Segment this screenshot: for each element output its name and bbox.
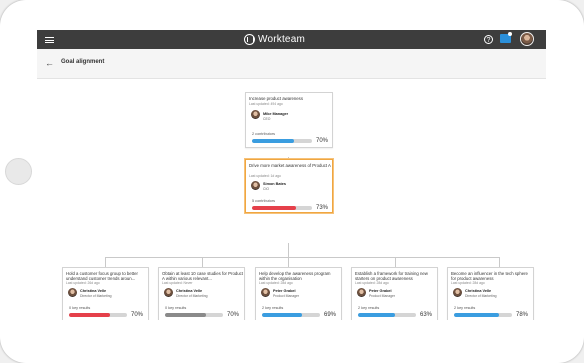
goal-tree: Increase product awareness Last updated:…: [37, 79, 546, 320]
owner-role: CIO: [263, 187, 270, 191]
goal-title: Drive more market awareness of Product A: [249, 163, 331, 168]
goal-card-child[interactable]: Obtain at least 10 case studies for Prod…: [158, 267, 245, 320]
workteam-logo-icon: [244, 34, 255, 45]
goal-progress-fill: [252, 139, 294, 143]
goal-progress-fill: [358, 313, 395, 317]
app-screen: Workteam ? ← Goal alignment Increase pro…: [37, 30, 546, 320]
help-icon[interactable]: ?: [484, 35, 493, 44]
goal-card-child[interactable]: Hold a customer focus group to better un…: [62, 267, 149, 320]
owner-name: Simon Bates: [263, 182, 286, 186]
goal-card-child[interactable]: Become an influencer in the tech sphere …: [447, 267, 534, 320]
goal-card-child[interactable]: Establish a framework for training new s…: [351, 267, 438, 320]
goal-updated: Last updated: 28d ago: [451, 281, 485, 285]
goal-progress-fill: [262, 313, 303, 317]
key-results-count: 0 key results: [69, 306, 91, 310]
goal-progress-fill: [69, 313, 110, 317]
owner-role: Product Manager: [273, 294, 300, 298]
owner-name: Christina Velle: [465, 289, 492, 293]
key-results-count: 2 key results: [358, 306, 380, 310]
key-results-count: 0 key results: [165, 306, 187, 310]
owner-name: Christina Velle: [176, 289, 203, 293]
goal-progress-fill: [454, 313, 500, 317]
goal-title: Increase product awareness: [249, 96, 303, 101]
goal-progress-percent: 69%: [324, 312, 337, 318]
goal-progress-bar: [252, 206, 312, 210]
goal-title: Obtain at least 10 case studies for Prod…: [162, 271, 243, 281]
connector-mid-down: [288, 243, 289, 257]
goal-progress-fill: [165, 313, 206, 317]
goal-progress-bar: [165, 313, 223, 317]
goal-progress-percent: 73%: [316, 205, 329, 211]
notification-indicator: [508, 32, 512, 36]
owner-name: Christina Velle: [80, 289, 107, 293]
connector-horizontal: [105, 257, 499, 258]
tablet-frame: Workteam ? ← Goal alignment Increase pro…: [0, 0, 584, 363]
goal-card-root[interactable]: Increase product awareness Last updated:…: [245, 92, 333, 148]
page-header: ← Goal alignment: [37, 49, 546, 79]
goal-updated: Last updated: 28d ago: [259, 281, 293, 285]
goal-title: Become an influencer in the tech sphere …: [451, 271, 528, 281]
goal-progress-bar: [262, 313, 320, 317]
goal-progress-percent: 70%: [227, 312, 240, 318]
owner-avatar: [453, 288, 462, 297]
goal-updated: Last updated: 28d ago: [355, 281, 389, 285]
owner-name: Peter Grabel: [273, 289, 296, 293]
goal-updated: Last updated: Never: [162, 281, 193, 285]
user-avatar[interactable]: [520, 32, 534, 46]
goal-updated: Last updated: 26d ago: [66, 281, 100, 285]
goal-title: Hold a customer focus group to better un…: [66, 271, 138, 281]
goal-card-child[interactable]: Help develop the awareness program withi…: [255, 267, 342, 320]
owner-role: Product Manager: [369, 294, 396, 298]
goal-progress-percent: 63%: [420, 312, 433, 318]
owner-role: CEO: [263, 117, 271, 121]
owner-avatar: [261, 288, 270, 297]
goal-progress-fill: [252, 206, 296, 210]
owner-avatar: [68, 288, 77, 297]
goal-card-selected[interactable]: Drive more market awareness of Product A…: [245, 159, 333, 213]
owner-role: Director of Marketing: [465, 294, 497, 298]
app-brand[interactable]: Workteam: [244, 33, 305, 46]
goal-title: Establish a framework for training new s…: [355, 271, 428, 281]
goal-updated: Last updated: 1d ago: [249, 174, 281, 178]
goal-progress-bar: [454, 313, 512, 317]
goal-progress-bar: [252, 139, 312, 143]
top-navigation-bar: Workteam ?: [37, 30, 546, 49]
owner-name: Mike Manager: [263, 112, 289, 116]
contributors-count: 5 contributors: [252, 199, 276, 203]
page-title: Goal alignment: [61, 59, 105, 65]
menu-icon[interactable]: [45, 37, 54, 43]
owner-name: Peter Grabel: [369, 289, 392, 293]
goal-updated: Last updated: 494 ago: [249, 102, 283, 106]
app-name: Workteam: [258, 34, 305, 45]
goal-progress-bar: [69, 313, 127, 317]
key-results-count: 2 key results: [262, 306, 284, 310]
contributors-count: 2 contributors: [252, 132, 276, 136]
owner-avatar: [357, 288, 366, 297]
owner-avatar: [251, 110, 260, 119]
goal-progress-percent: 70%: [316, 138, 329, 144]
owner-role: Director of Marketing: [176, 294, 208, 298]
owner-role: Director of Marketing: [80, 294, 112, 298]
goal-progress-percent: 70%: [131, 312, 144, 318]
owner-avatar: [251, 181, 260, 190]
goal-title: Help develop the awareness program withi…: [259, 271, 331, 281]
owner-avatar: [164, 288, 173, 297]
back-arrow-icon[interactable]: ←: [45, 59, 54, 68]
goal-progress-percent: 78%: [516, 312, 529, 318]
key-results-count: 2 key results: [454, 306, 476, 310]
home-button[interactable]: [5, 158, 32, 185]
goal-progress-bar: [358, 313, 416, 317]
